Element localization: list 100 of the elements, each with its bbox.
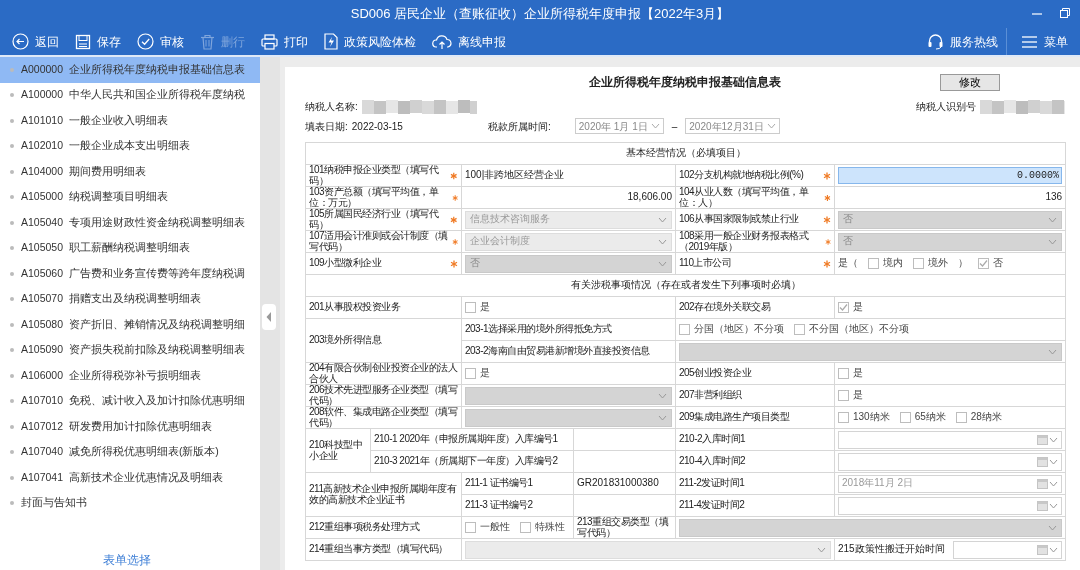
checkbox[interactable] — [465, 368, 476, 379]
field-label: 205创业投资企业 — [679, 368, 752, 379]
bullet-icon — [10, 67, 14, 72]
checkbox-label: 是 — [480, 302, 490, 313]
dropdown[interactable] — [465, 408, 672, 427]
toolbar-button[interactable]: 政策风险体检 — [316, 28, 424, 55]
field-label: 106从事国家限制或禁止行业 — [679, 214, 799, 225]
toolbar-button[interactable]: 服务热线 — [919, 28, 1006, 55]
sidebar-item[interactable]: A105050 职工薪酬纳税调整明细表 — [0, 235, 260, 261]
calendar-icon — [1037, 478, 1049, 489]
bullet-icon — [10, 93, 14, 98]
sidebar-item[interactable]: A104000 期间费用明细表 — [0, 159, 260, 185]
input-field[interactable]: 0.0000% — [838, 167, 1063, 184]
sidebar-item[interactable]: A105070 捐赠支出及纳税调整明细表 — [0, 286, 260, 312]
sidebar-item[interactable]: A101010 一般企业收入明细表 — [0, 108, 260, 134]
field-label: 210-3 2021年（所属期下一年度）入库编号2 — [374, 456, 558, 467]
field-value: 136 — [1044, 192, 1063, 203]
checkbox[interactable] — [978, 258, 989, 269]
toolbar-button[interactable]: 离线申报 — [424, 28, 514, 55]
checkbox-label: 是 — [480, 368, 490, 379]
sidebar-item[interactable]: A107041 高新技术企业优惠情况及明细表 — [0, 465, 260, 491]
checkbox-label: 28纳米 — [970, 412, 1002, 423]
sidebar-item[interactable]: 封面与告知书 — [0, 490, 260, 516]
checkbox-label: 是 — [853, 368, 863, 379]
checkbox[interactable] — [794, 324, 805, 335]
sidebar-item[interactable]: A105090 资产损失税前扣除及纳税调整明细表 — [0, 337, 260, 363]
sidebar-item[interactable]: A102010 一般企业成本支出明细表 — [0, 133, 260, 159]
date-field[interactable] — [838, 430, 1063, 449]
save-icon — [75, 33, 91, 50]
checkbox[interactable] — [465, 522, 476, 533]
caret-icon — [1049, 480, 1059, 487]
checkbox[interactable] — [838, 412, 849, 423]
sidebar-item[interactable]: A106000 企业所得税弥补亏损明细表 — [0, 363, 260, 389]
date-field[interactable] — [952, 540, 1063, 559]
checkbox[interactable] — [913, 258, 924, 269]
field-label: 纳税人识别号 — [916, 100, 976, 114]
edit-button[interactable]: 修改 — [940, 73, 1000, 91]
checkbox[interactable] — [465, 302, 476, 313]
toolbar-button[interactable]: 菜单 — [1006, 28, 1076, 55]
sidebar-item[interactable]: A105000 纳税调整项目明细表 — [0, 184, 260, 210]
checkbox-label: 不分国（地区）不分项 — [809, 324, 909, 335]
sidebar-item[interactable]: A105040 专项用途财政性资金纳税调整明细表 — [0, 210, 260, 236]
field-label: 202存在境外关联交易 — [679, 302, 771, 313]
checkbox-label: 否 — [993, 258, 1003, 269]
restore-icon[interactable] — [1060, 7, 1070, 19]
headset-icon — [927, 33, 944, 50]
toolbar-button[interactable]: 保存 — [67, 28, 129, 55]
bullet-icon — [10, 297, 14, 302]
checkbox-label: 分国（地区）不分项 — [694, 324, 784, 335]
sidebar-item[interactable]: A100000 中华人民共和国企业所得税年度纳税 — [0, 82, 260, 108]
date-field[interactable] — [838, 452, 1063, 471]
date-field[interactable]: 2020年 1月 1日 — [574, 118, 664, 134]
form-select-link[interactable]: 表单选择 — [103, 551, 151, 569]
bullet-icon — [10, 450, 14, 455]
field-label: 211-2发证时间1 — [679, 478, 745, 489]
checkbox[interactable] — [838, 390, 849, 401]
back-icon — [12, 33, 29, 50]
dropdown[interactable] — [465, 540, 831, 559]
field-label: 206技术先进型服务企业类型（填写代码） — [309, 385, 458, 406]
field-label: 211-3 证书编号2 — [465, 500, 533, 511]
caret-icon — [658, 238, 667, 245]
caret-icon — [650, 123, 660, 129]
bullet-icon — [10, 348, 14, 353]
field-label: 110上市公司 — [679, 258, 732, 269]
toolbar-button[interactable]: 打印 — [253, 28, 316, 55]
field-label: 107适用会计准则或会计制度（填写代码） — [309, 231, 449, 252]
sidebar-item[interactable]: A105060 广告费和业务宣传费等跨年度纳税调 — [0, 261, 260, 287]
checkbox[interactable] — [899, 412, 911, 423]
checkbox[interactable] — [520, 522, 531, 533]
bullet-icon — [10, 501, 14, 506]
sidebar-item[interactable]: A000000 企业所得税年度纳税申报基础信息表 — [0, 57, 260, 83]
sidebar-item[interactable]: A107012 研发费用加计扣除优惠明细表 — [0, 414, 260, 440]
date-field[interactable]: 2020年12月31日 — [685, 118, 780, 134]
field-label: 215政策性搬迁开始时间 — [838, 544, 945, 555]
checkbox[interactable] — [838, 368, 849, 379]
sidebar-item[interactable]: A107040 减免所得税优惠明细表(新版本) — [0, 439, 260, 465]
dropdown[interactable] — [679, 518, 1063, 537]
checkbox[interactable] — [955, 412, 967, 423]
bullet-icon — [10, 475, 14, 480]
collapse-handle[interactable] — [262, 304, 276, 330]
checkbox[interactable] — [838, 302, 849, 313]
date-field[interactable] — [838, 496, 1063, 515]
dropdown[interactable] — [465, 386, 672, 405]
window-title: SD006 居民企业（查账征收）企业所得税年度申报【2022年3月】 — [350, 6, 730, 21]
toolbar-button[interactable]: 返回 — [4, 28, 67, 55]
dropdown[interactable] — [679, 342, 1063, 361]
caret-icon — [817, 546, 826, 553]
sidebar-item[interactable]: A105080 资产折旧、摊销情况及纳税调整明细 — [0, 312, 260, 338]
calendar-icon — [1037, 500, 1049, 511]
field-label: 204有限合伙制创业投资企业的法人合伙人 — [309, 363, 458, 384]
toolbar-button[interactable]: 审核 — [129, 28, 192, 55]
checkbox[interactable] — [868, 258, 879, 269]
sidebar-item[interactable]: A107010 免税、减计收入及加计扣除优惠明细 — [0, 388, 260, 414]
field-label: 207非营利组织 — [679, 390, 742, 401]
bullet-icon — [10, 399, 14, 404]
checkbox-label: 一般性 — [480, 522, 510, 533]
checkbox[interactable] — [679, 324, 690, 335]
document-lightning-icon — [324, 33, 338, 50]
caret-icon — [1049, 458, 1059, 465]
field-label: 203-1选择采用的境外所得抵免方式 — [465, 324, 612, 335]
